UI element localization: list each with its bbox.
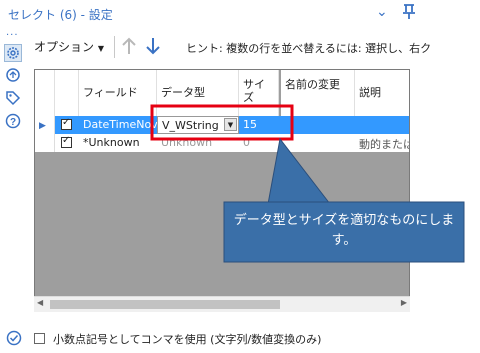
callout-pointer	[267, 137, 332, 205]
annotation-overlay	[150, 104, 465, 263]
comma-decimal-label: 小数点記号としてコンマを使用 (文字列/数値変換のみ)	[53, 333, 322, 346]
callout-text: データ型とサイズを適切なものにします。	[233, 213, 455, 248]
check-circle-icon[interactable]	[6, 330, 22, 346]
highlight-box	[150, 104, 294, 141]
comma-decimal-checkbox[interactable]	[34, 333, 45, 344]
